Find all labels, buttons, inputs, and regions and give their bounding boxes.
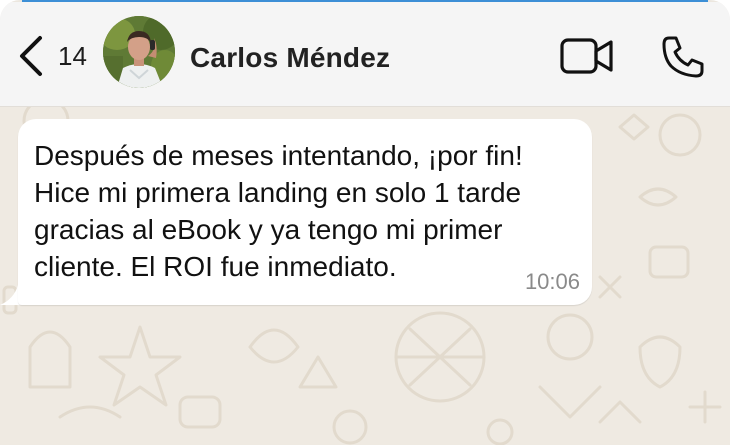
video-camera-icon [559, 38, 615, 80]
voice-call-button[interactable] [660, 34, 706, 80]
chevron-left-icon [14, 34, 48, 78]
unread-count: 14 [58, 40, 87, 71]
avatar[interactable] [103, 16, 175, 88]
message-text: Después de meses intentando, ¡por fin! H… [34, 140, 523, 282]
chat-screen: 14 Carlos Méndez Después de meses intent… [0, 0, 730, 445]
phone-icon [660, 36, 706, 84]
video-call-button[interactable] [559, 36, 615, 76]
chat-header: 14 Carlos Méndez [0, 2, 730, 107]
contact-name[interactable]: Carlos Méndez [190, 42, 390, 74]
message-timestamp: 10:06 [524, 269, 580, 294]
chat-area: Después de meses intentando, ¡por fin! H… [0, 107, 730, 445]
message-bubble[interactable]: Después de meses intentando, ¡por fin! H… [18, 119, 592, 305]
back-button[interactable]: 14 [14, 28, 87, 84]
